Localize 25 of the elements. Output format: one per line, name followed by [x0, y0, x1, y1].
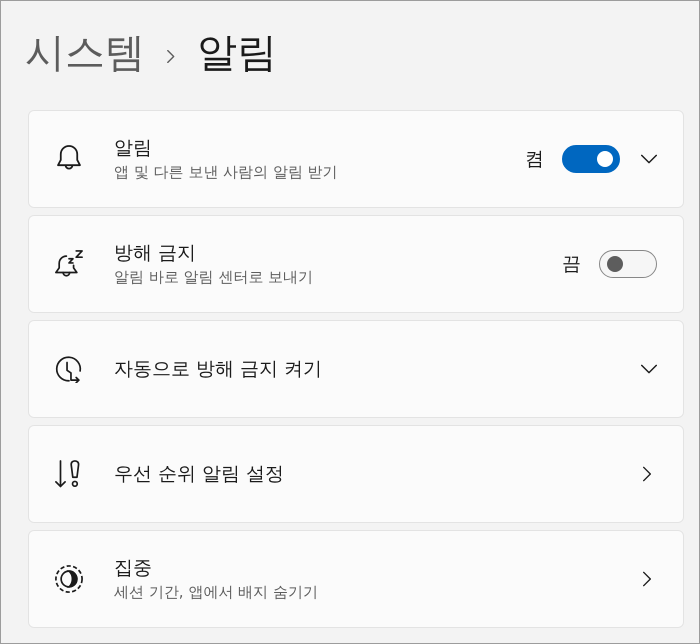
setting-card[interactable]: 우선 순위 알림 설정: [28, 425, 684, 523]
clock-arrow-icon: [55, 355, 83, 383]
setting-card[interactable]: 자동으로 방해 금지 켜기: [28, 320, 684, 418]
setting-card[interactable]: 집중 세션 기간, 앱에서 배지 숨기기: [28, 530, 684, 628]
setting-card[interactable]: 방해 금지 알림 바로 알림 센터로 보내기 끔: [28, 215, 684, 313]
toggle-switch[interactable]: [562, 145, 620, 173]
setting-title: 자동으로 방해 금지 켜기: [114, 357, 322, 382]
setting-card[interactable]: 알림 앱 및 다른 보낸 사람의 알림 받기 켬: [28, 110, 684, 208]
toggle-state-label: 켬: [525, 147, 544, 172]
setting-title: 우선 순위 알림 설정: [114, 462, 284, 487]
bell-with-z-icon: [55, 250, 83, 278]
page-title: 알림: [197, 29, 277, 77]
setting-title: 알림: [114, 136, 152, 161]
dashed-circle-icon: [55, 565, 83, 593]
setting-description: 앱 및 다른 보낸 사람의 알림 받기: [114, 162, 338, 183]
setting-title: 방해 금지: [114, 241, 196, 266]
chevron-right-icon: [643, 466, 651, 482]
chevron-right-icon: [167, 50, 175, 62]
breadcrumb-link[interactable]: 시스템: [25, 29, 145, 77]
chevron-right-icon: [643, 571, 651, 587]
setting-description: 알림 바로 알림 센터로 보내기: [114, 267, 314, 288]
setting-description: 세션 기간, 앱에서 배지 숨기기: [114, 582, 318, 603]
toggle-state-label: 끔: [562, 252, 581, 277]
toggle-switch[interactable]: [599, 250, 657, 278]
setting-title: 집중: [114, 556, 152, 581]
